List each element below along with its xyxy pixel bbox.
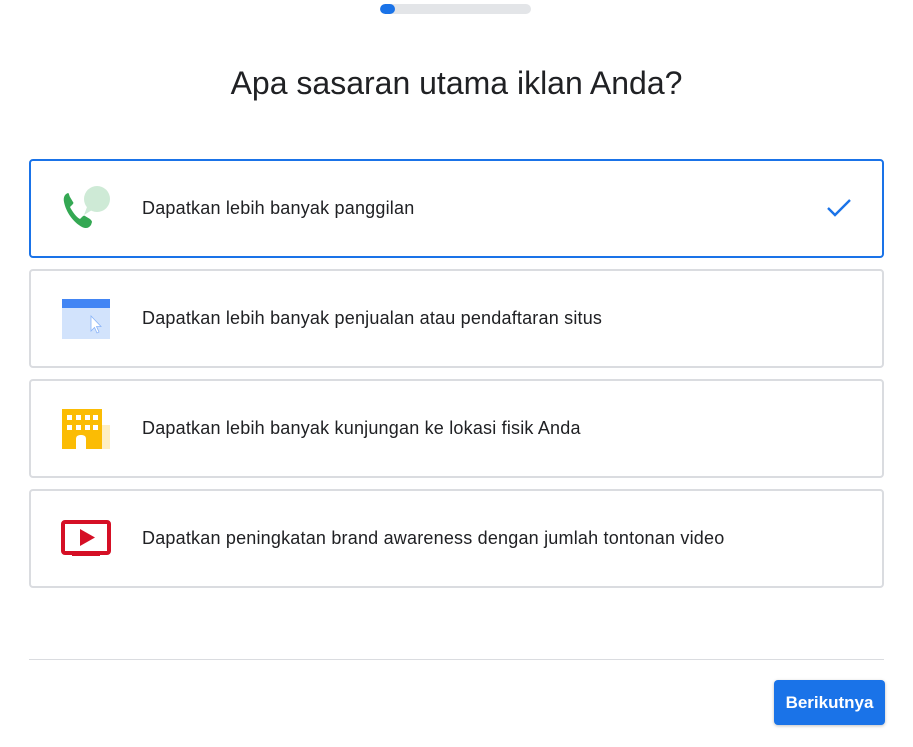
- goal-option-brand-awareness[interactable]: Dapatkan peningkatan brand awareness den…: [29, 489, 884, 588]
- goal-option-label: Dapatkan lebih banyak kunjungan ke lokas…: [142, 418, 581, 438]
- video-play-icon: [60, 515, 112, 563]
- phone-chat-icon: [60, 185, 112, 233]
- checkmark-icon: [826, 197, 852, 219]
- storefront-building-icon: [60, 405, 112, 453]
- next-button[interactable]: Berikutnya: [774, 680, 885, 725]
- website-click-icon: [60, 295, 112, 343]
- goal-options-list: Dapatkan lebih banyak panggilan Dapatkan…: [29, 159, 884, 599]
- goal-option-label: Dapatkan peningkatan brand awareness den…: [142, 528, 725, 548]
- goal-selection-page: Apa sasaran utama iklan Anda? Dapatkan l…: [0, 0, 913, 747]
- goal-option-calls[interactable]: Dapatkan lebih banyak panggilan: [29, 159, 884, 258]
- goal-option-label: Dapatkan lebih banyak penjualan atau pen…: [142, 308, 603, 328]
- footer-divider: [29, 659, 884, 660]
- progress-bar: [380, 4, 531, 14]
- page-title: Apa sasaran utama iklan Anda?: [230, 65, 683, 102]
- progress-bar-fill: [380, 4, 396, 14]
- goal-option-label: Dapatkan lebih banyak panggilan: [142, 198, 415, 218]
- goal-option-store-visits[interactable]: Dapatkan lebih banyak kunjungan ke lokas…: [29, 379, 884, 478]
- goal-option-website-sales[interactable]: Dapatkan lebih banyak penjualan atau pen…: [29, 269, 884, 368]
